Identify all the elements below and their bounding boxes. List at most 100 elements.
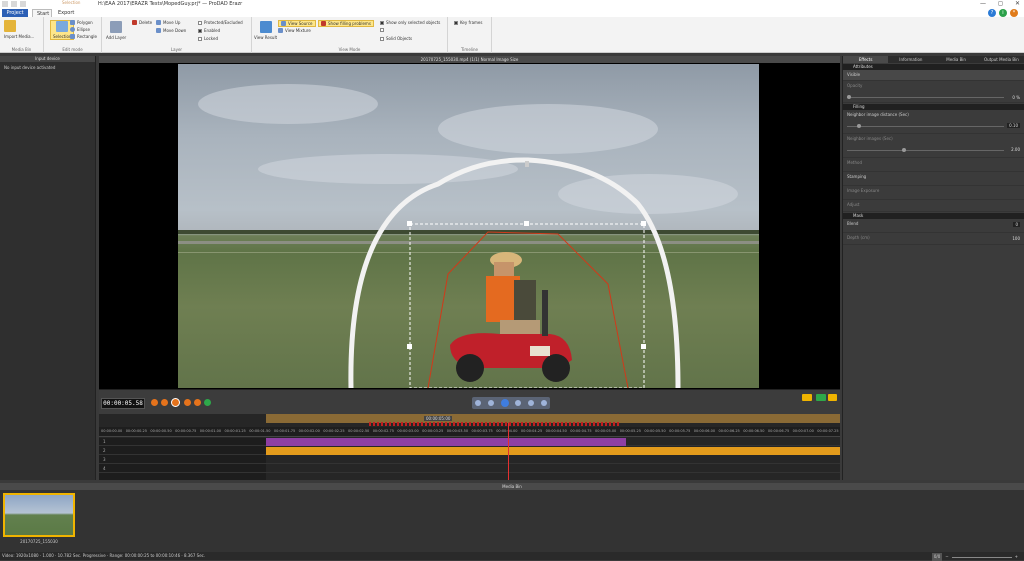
- tab-export-media[interactable]: Export Media: [54, 9, 88, 24]
- refresh-icon[interactable]: [204, 399, 211, 406]
- step-forward-icon[interactable]: [184, 399, 191, 406]
- previous-frame-icon[interactable]: [475, 400, 482, 406]
- key-frames-checkbox[interactable]: Key frames: [454, 20, 482, 25]
- disabled-option-checkbox[interactable]: [380, 28, 384, 32]
- undo-icon[interactable]: [11, 1, 17, 7]
- ruler-tick: 00:00:07.00: [792, 429, 814, 433]
- visible-row[interactable]: Visible: [843, 70, 1024, 81]
- opacity-slider[interactable]: [847, 95, 1004, 99]
- method-row[interactable]: Method: [843, 158, 1024, 172]
- ellipse-tool-button[interactable]: Ellipse: [70, 27, 90, 32]
- ruler-tick: 00:00:02.50: [348, 429, 370, 433]
- timecode-display[interactable]: 00:00:05.58: [101, 398, 145, 409]
- video-viewer[interactable]: [99, 63, 840, 389]
- locked-checkbox[interactable]: Locked: [198, 36, 218, 41]
- ribbon: Import Media... Media Bin Selection Poly…: [0, 17, 1024, 53]
- title-bar: Selection H:\EAA 2017\ERAZR Tests\MopedG…: [0, 0, 1024, 9]
- delete-layer-button[interactable]: Delete: [132, 20, 152, 25]
- move-up-button[interactable]: Move Up: [156, 20, 180, 25]
- redo-icon[interactable]: [20, 1, 26, 7]
- playback-controls: [472, 397, 550, 409]
- rectangle-tool-button[interactable]: Rectangle: [70, 34, 97, 39]
- depth-row: Depth (cm) 100: [843, 233, 1024, 245]
- neighbor-distance-row: Neighbor image distance (Sec) 0.10: [843, 110, 1024, 134]
- media-thumbnail[interactable]: [3, 493, 75, 537]
- ruler-tick: 00:00:06.00: [693, 429, 716, 433]
- timeline-option-icon[interactable]: [816, 394, 826, 401]
- show-filling-problems-button[interactable]: Show filling problems: [318, 20, 374, 27]
- enabled-checkbox[interactable]: Enabled: [198, 28, 220, 33]
- tab-output-media-bin[interactable]: Output Media Bin: [979, 56, 1024, 63]
- next-frame-icon[interactable]: [540, 400, 547, 406]
- neighbor-distance-input[interactable]: 0.10: [1007, 123, 1020, 128]
- blend-row: Blend 0: [843, 219, 1024, 233]
- tab-start[interactable]: Start: [32, 9, 52, 17]
- view-result-button[interactable]: View Result: [254, 21, 277, 40]
- tab-project[interactable]: Project: [2, 9, 28, 17]
- media-bin-header: Media Bin: [0, 483, 1024, 490]
- protected-checkbox[interactable]: Protected/Excluded: [198, 20, 243, 25]
- delete-icon: [132, 20, 137, 25]
- view-source-icon: [281, 21, 286, 26]
- window-title: H:\EAA 2017\ERAZR Tests\MopedGuy.prj* — …: [98, 1, 243, 7]
- ruler-tick: 00:00:00.50: [150, 429, 172, 433]
- filling-problems-icon: [321, 21, 326, 26]
- tab-information[interactable]: Information: [888, 56, 933, 63]
- expand-icon[interactable]: [828, 394, 837, 401]
- group-view-mode: View Result View Source View Mixture Sho…: [252, 17, 448, 53]
- record-keyframe-icon[interactable]: [171, 398, 180, 407]
- video-frame[interactable]: [178, 64, 759, 388]
- tab-effects[interactable]: Effects: [843, 56, 889, 63]
- import-media-button[interactable]: Import Media...: [4, 20, 34, 39]
- timeline[interactable]: 00:00:05:00 00:00:00.00 00:00:00.25 00:00:…: [99, 414, 840, 480]
- viewer-header: 20170725_155030.mp4 (1/1) Normal Image S…: [99, 56, 840, 63]
- playhead[interactable]: [508, 423, 509, 480]
- ruler-tick: 00:00:04.00: [496, 429, 518, 433]
- adjust-row[interactable]: Adjust: [843, 200, 1024, 212]
- rewind-icon[interactable]: [487, 400, 494, 406]
- rectangle-icon: [70, 34, 75, 39]
- time-ruler[interactable]: 00:00:00.00 00:00:00.25 00:00:00.50 00:00:0…: [99, 427, 840, 437]
- image-exposure-row[interactable]: Image Exposure: [843, 186, 1024, 200]
- mask-overlay[interactable]: [178, 64, 759, 388]
- ruler-tick: 00:00:01.50: [249, 429, 271, 433]
- ruler-tick: 00:00:03.25: [422, 429, 444, 433]
- close-button[interactable]: ✕: [1015, 0, 1020, 7]
- info-icon[interactable]: i: [999, 9, 1007, 17]
- view-mixture-button[interactable]: View Mixture: [278, 28, 311, 33]
- show-only-selected-checkbox[interactable]: Show only selected objects: [380, 20, 440, 25]
- maximize-button[interactable]: ◻: [998, 0, 1003, 7]
- input-device-panel: Input device No input device activated: [0, 56, 96, 480]
- tab-media-bin[interactable]: Media Bin: [934, 56, 979, 63]
- stamping-row[interactable]: Stamping: [843, 172, 1024, 186]
- zoom-slider[interactable]: [951, 556, 1012, 558]
- ruler-tick: 00:00:04.75: [570, 429, 592, 433]
- settings-icon[interactable]: *: [1010, 9, 1018, 17]
- step-back-icon[interactable]: [161, 399, 168, 406]
- media-bin: 20170725_155030: [0, 490, 1024, 552]
- fast-forward-icon[interactable]: [527, 400, 534, 406]
- save-icon[interactable]: [2, 1, 8, 7]
- go-start-icon[interactable]: [151, 399, 158, 406]
- window-controls: — ◻ ✕: [980, 0, 1020, 7]
- view-source-button[interactable]: View Source: [278, 20, 316, 27]
- move-down-button[interactable]: Move Down: [156, 28, 186, 33]
- keyframe-icon[interactable]: [802, 394, 812, 401]
- play-icon[interactable]: [500, 399, 509, 407]
- ellipse-icon: [70, 27, 75, 32]
- track-row[interactable]: 4: [99, 465, 840, 473]
- minimize-button[interactable]: —: [980, 0, 986, 7]
- go-end-icon[interactable]: [194, 399, 201, 406]
- clip-layer-source[interactable]: [266, 447, 840, 455]
- view-result-icon: [259, 21, 272, 33]
- solid-objects-checkbox[interactable]: Solid Objects: [380, 36, 412, 41]
- pause-icon[interactable]: [515, 400, 522, 406]
- blend-input[interactable]: 0: [1013, 222, 1020, 227]
- neighbor-images-slider[interactable]: [847, 148, 1004, 152]
- neighbor-distance-slider[interactable]: [847, 124, 1004, 128]
- add-layer-button[interactable]: Add Layer: [106, 21, 126, 40]
- track-row[interactable]: 3: [99, 456, 840, 464]
- clip-layer-mask[interactable]: [266, 438, 626, 446]
- polygon-tool-button[interactable]: Polygon: [70, 20, 93, 25]
- help-icon[interactable]: ?: [988, 9, 996, 17]
